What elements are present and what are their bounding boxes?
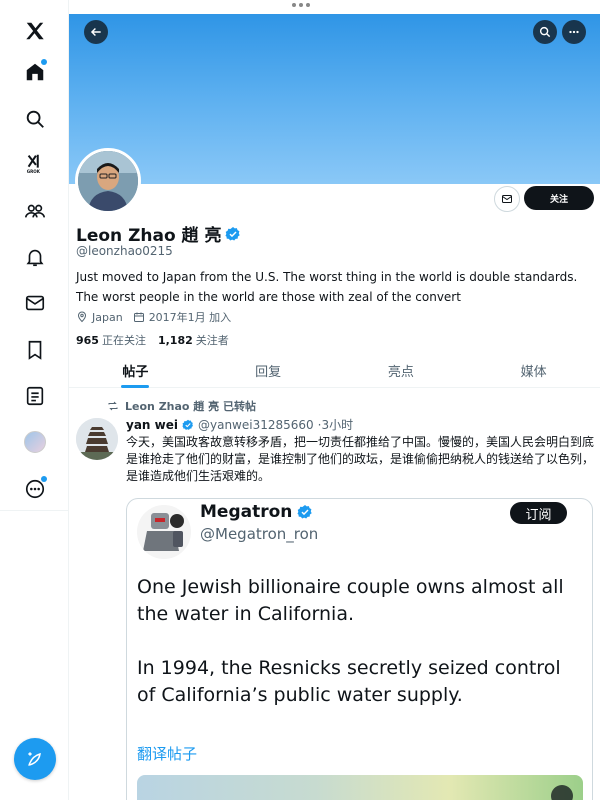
arrow-left-icon xyxy=(90,28,101,36)
verified-badge-icon[interactable] xyxy=(225,226,241,242)
profile-handle: @leonzhao0215 xyxy=(76,244,173,258)
communities-icon[interactable] xyxy=(22,198,48,224)
quoted-author-name-row: Megatron xyxy=(200,502,313,522)
tab-highlights[interactable]: 亮点 xyxy=(335,354,468,387)
quoted-author-name[interactable]: Megatron xyxy=(200,502,292,522)
sidebar-divider xyxy=(0,510,69,511)
repost-indicator[interactable]: Leon Zhao 趙 亮 已转帖 xyxy=(107,398,256,414)
quoted-paragraph-2: In 1994, the Resnicks secretly seized co… xyxy=(137,657,561,706)
svg-text:GROK: GROK xyxy=(27,169,41,174)
post-text: 今天，美国政客故意转移矛盾，把一切责任都推给了中国。慢慢的，美国人民会明白到底是… xyxy=(126,435,595,483)
messages-icon[interactable] xyxy=(22,290,48,316)
calendar-icon xyxy=(133,312,144,322)
follow-stats: 965 正在关注 1,182 关注者 xyxy=(76,332,229,348)
sidebar: GROK xyxy=(0,0,69,800)
location: Japan xyxy=(76,311,123,324)
bookmarks-icon[interactable] xyxy=(22,337,48,363)
verified-badge-icon[interactable] xyxy=(182,419,194,431)
following-label: 正在关注 xyxy=(101,334,146,347)
followers-label: 关注者 xyxy=(195,334,229,347)
tab-replies[interactable]: 回复 xyxy=(202,354,335,387)
verified-badge-icon[interactable] xyxy=(297,504,313,520)
display-name-text: Leon Zhao 趙 亮 xyxy=(76,226,222,246)
lists-icon[interactable] xyxy=(22,383,48,409)
grok-icon[interactable]: GROK xyxy=(22,150,48,176)
profile-main: 关注 Leon Zhao 趙 亮 @leonzhao0215 Just move… xyxy=(69,14,600,800)
compose-icon xyxy=(28,752,41,766)
quoted-paragraph-1: One Jewish billionaire couple owns almos… xyxy=(137,576,564,625)
mail-icon xyxy=(502,195,512,203)
following-link[interactable]: 965 正在关注 xyxy=(76,332,146,348)
tab-posts[interactable]: 帖子 xyxy=(69,354,202,387)
window-drag-handle[interactable] xyxy=(292,3,310,7)
post-header: yan wei @yanwei31285660 ·3小时 xyxy=(126,416,353,433)
post-author-name[interactable]: yan wei xyxy=(126,418,178,432)
notifications-icon[interactable] xyxy=(22,244,48,270)
quoted-author-avatar[interactable] xyxy=(137,505,191,559)
search-icon[interactable] xyxy=(22,106,48,132)
follow-button[interactable]: 关注 xyxy=(524,186,594,210)
back-button[interactable] xyxy=(84,20,108,44)
profile-photo[interactable] xyxy=(75,148,141,214)
media-overlay-button[interactable] xyxy=(551,785,573,800)
more-options-button[interactable] xyxy=(562,20,586,44)
profile-tabs: 帖子 回复 亮点 媒体 xyxy=(69,354,600,388)
quoted-post[interactable]: Megatron @Megatron_ron 订阅 One Jewish bil… xyxy=(126,498,593,800)
post-author-avatar[interactable] xyxy=(76,418,118,460)
compose-button[interactable] xyxy=(14,738,56,780)
tab-media[interactable]: 媒体 xyxy=(467,354,600,387)
more-horizontal-icon xyxy=(569,30,579,34)
notification-dot xyxy=(41,476,47,482)
quoted-author-handle[interactable]: @Megatron_ron xyxy=(200,525,318,543)
following-count: 965 xyxy=(76,334,99,347)
post-author-handle[interactable]: @yanwei31285660 xyxy=(198,418,314,432)
notification-dot xyxy=(41,59,47,65)
profile-display-name: Leon Zhao 趙 亮 xyxy=(76,221,241,246)
followers-count: 1,182 xyxy=(157,334,193,347)
search-button[interactable] xyxy=(533,20,557,44)
repost-label: Leon Zhao 趙 亮 已转帖 xyxy=(125,400,256,413)
message-button[interactable] xyxy=(494,186,520,212)
post-timestamp[interactable]: ·3小时 xyxy=(318,416,353,433)
location-pin-icon xyxy=(77,311,87,323)
followers-link[interactable]: 1,182 关注者 xyxy=(158,332,229,348)
join-date-text: 2017年1月 加入 xyxy=(148,311,232,324)
profile-meta: Japan 2017年1月 加入 xyxy=(76,309,231,325)
profile-bio: Just moved to Japan from the U.S. The wo… xyxy=(76,270,578,304)
quoted-post-image[interactable] xyxy=(137,775,583,800)
quoted-post-body: One Jewish billionaire couple owns almos… xyxy=(137,574,582,736)
x-logo-icon[interactable] xyxy=(22,18,48,44)
location-text: Japan xyxy=(92,310,123,324)
subscribe-button[interactable]: 订阅 xyxy=(510,502,567,524)
repost-icon xyxy=(108,401,118,411)
translate-post-link[interactable]: 翻译帖子 xyxy=(137,743,197,764)
search-icon xyxy=(539,26,551,38)
more-icon[interactable] xyxy=(22,476,48,502)
profile-avatar[interactable] xyxy=(24,431,46,453)
profile-banner xyxy=(69,14,600,184)
home-icon[interactable] xyxy=(22,59,48,85)
join-date: 2017年1月 加入 xyxy=(133,309,232,325)
